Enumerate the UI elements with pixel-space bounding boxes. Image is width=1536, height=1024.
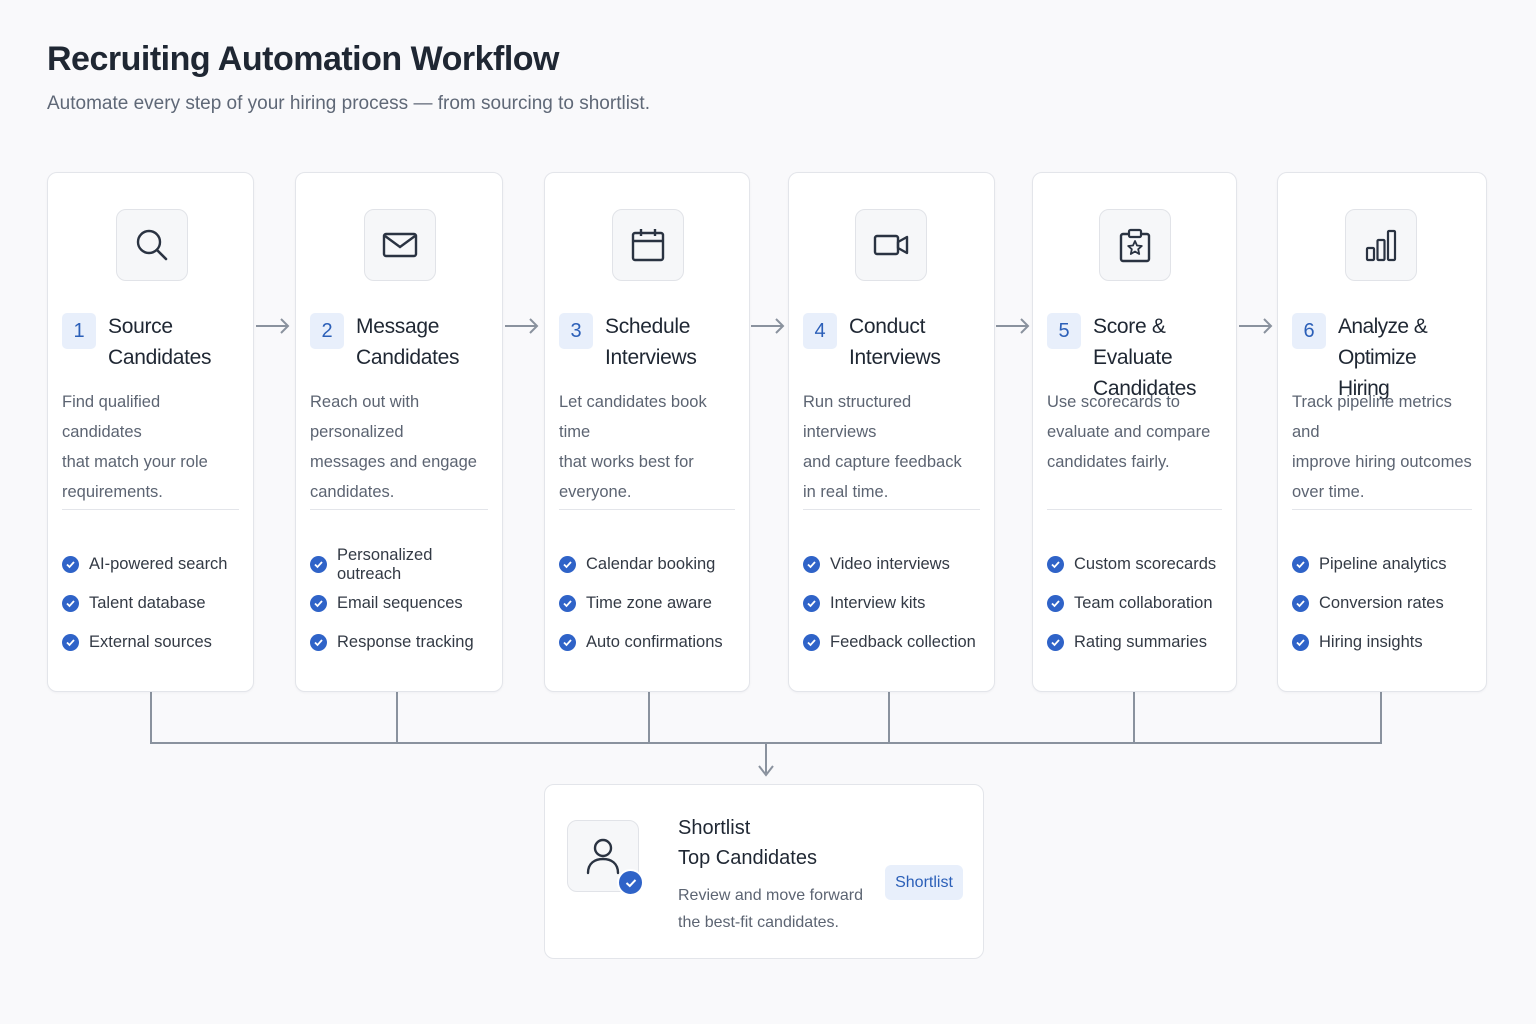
step-card-source: 1 Source Candidates Find qualified candid… (47, 172, 254, 692)
feature-list: AI-powered search Talent database Extern… (62, 545, 245, 662)
check-icon (1047, 634, 1064, 651)
shortlist-description: Review and move forward the best-fit cand… (678, 887, 863, 931)
check-icon (62, 634, 79, 651)
step-description: Track pipeline metrics and improve hiring… (1292, 393, 1472, 501)
check-icon (559, 595, 576, 612)
feature-item: Email sequences (310, 584, 494, 623)
check-icon (617, 869, 644, 896)
feature-list: Custom scorecards Team collaboration Rat… (1047, 545, 1228, 662)
card-divider (803, 509, 980, 510)
page-subtitle: Automate every step of your hiring proce… (47, 93, 650, 114)
step-card-schedule: 3 Schedule Interviews Let candidates book… (544, 172, 750, 692)
feature-item: Hiring insights (1292, 623, 1478, 662)
feature-item: External sources (62, 623, 245, 662)
bar-chart-icon (1345, 209, 1417, 281)
video-camera-icon (855, 209, 927, 281)
step-description: Use scorecards to evaluate and compare can… (1047, 393, 1211, 471)
feature-item: Auto confirmations (559, 623, 741, 662)
feature-list: Calendar booking Time zone aware Auto co… (559, 545, 741, 662)
card-divider (62, 509, 239, 510)
step-description: Reach out with personalized messages and … (310, 393, 477, 501)
feature-item: Response tracking (310, 623, 494, 662)
feature-list: Pipeline analytics Conversion rates Hiri… (1292, 545, 1478, 662)
step-number: 3 (559, 313, 593, 349)
card-divider (1047, 509, 1222, 510)
feature-item: Calendar booking (559, 545, 741, 584)
arrow-right-icon (751, 318, 785, 334)
check-icon (803, 556, 820, 573)
arrow-right-icon (996, 318, 1030, 334)
feature-item: Video interviews (803, 545, 986, 584)
card-divider (1292, 509, 1472, 510)
feature-list: Video interviews Interview kits Feedback… (803, 545, 986, 662)
arrow-right-icon (1239, 318, 1273, 334)
check-icon (310, 556, 327, 573)
arrow-right-icon (505, 318, 539, 334)
check-icon (310, 595, 327, 612)
feature-item: Pipeline analytics (1292, 545, 1478, 584)
step-title: Schedule Interviews (605, 315, 697, 369)
step-description: Find qualified candidates that match your… (62, 393, 208, 501)
shortlist-button[interactable]: Shortlist (885, 865, 963, 900)
step-title: Source Candidates (108, 315, 212, 369)
step-title: Message Candidates (356, 315, 460, 369)
check-icon (1292, 556, 1309, 573)
search-icon (116, 209, 188, 281)
step-number: 1 (62, 313, 96, 349)
card-divider (310, 509, 488, 510)
step-title: Conduct Interviews (849, 315, 941, 369)
step-card-analyze: 6 Analyze & Optimize Hiring Track pipelin… (1277, 172, 1487, 692)
feature-item: Rating summaries (1047, 623, 1228, 662)
feature-item: Interview kits (803, 584, 986, 623)
shortlist-title: Shortlist Top Candidates (678, 817, 817, 869)
page-title: Recruiting Automation Workflow (47, 40, 559, 78)
check-icon (559, 634, 576, 651)
feature-item: AI-powered search (62, 545, 245, 584)
check-icon (1292, 634, 1309, 651)
step-number: 5 (1047, 313, 1081, 349)
mail-icon (364, 209, 436, 281)
calendar-icon (612, 209, 684, 281)
feature-item: Team collaboration (1047, 584, 1228, 623)
feature-item: Conversion rates (1292, 584, 1478, 623)
feature-item: Time zone aware (559, 584, 741, 623)
step-number: 4 (803, 313, 837, 349)
step-description: Let candidates book time that works best … (559, 393, 707, 501)
check-icon (62, 556, 79, 573)
step-card-conduct: 4 Conduct Interviews Run structured inter… (788, 172, 995, 692)
check-icon (1047, 556, 1064, 573)
step-number: 2 (310, 313, 344, 349)
feature-item: Talent database (62, 584, 245, 623)
check-icon (310, 634, 327, 651)
check-icon (1047, 595, 1064, 612)
check-icon (1292, 595, 1309, 612)
feature-list: Personalized outreach Email sequences Re… (310, 545, 494, 662)
feature-item: Feedback collection (803, 623, 986, 662)
feature-item: Personalized outreach (310, 545, 494, 584)
step-card-score: 5 Score & Evaluate Candidates Use scoreca… (1032, 172, 1237, 692)
arrow-right-icon (256, 318, 290, 334)
step-description: Run structured interviews and capture fee… (803, 393, 962, 501)
scorecard-star-icon (1099, 209, 1171, 281)
check-icon (803, 634, 820, 651)
check-icon (62, 595, 79, 612)
card-divider (559, 509, 735, 510)
shortlist-card: Shortlist Top Candidates Review and move … (544, 784, 984, 959)
step-number: 6 (1292, 313, 1326, 349)
check-icon (803, 595, 820, 612)
check-icon (559, 556, 576, 573)
step-card-message: 2 Message Candidates Reach out with perso… (295, 172, 503, 692)
feature-item: Custom scorecards (1047, 545, 1228, 584)
